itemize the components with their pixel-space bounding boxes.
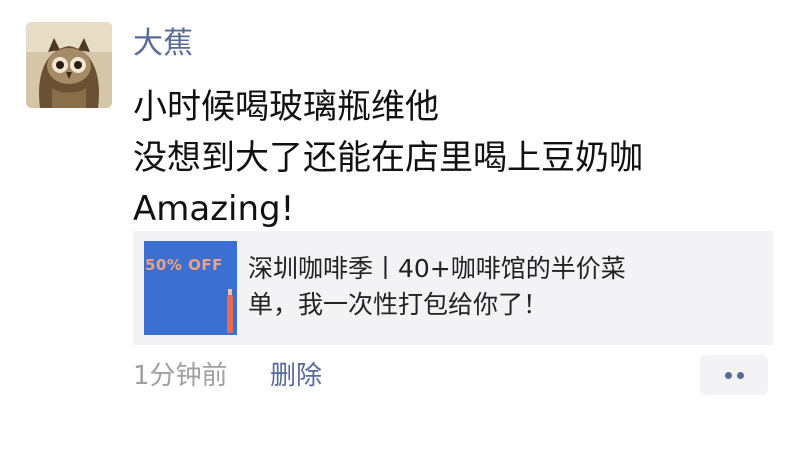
avatar[interactable]	[26, 22, 112, 108]
article-title-line: 单，我一次性打包给你了！	[248, 290, 549, 319]
post-text-line: 没想到大了还能在店里喝上豆奶咖	[133, 138, 643, 178]
post-timestamp: 1分钟前	[133, 361, 228, 391]
post-text-line: 小时候喝玻璃瓶维他	[133, 87, 439, 127]
more-options-button[interactable]	[700, 355, 768, 395]
article-thumbnail: 50% OFF	[144, 241, 237, 335]
delete-button[interactable]: 删除	[270, 358, 322, 394]
article-title: 深圳咖啡季丨40+咖啡馆的半价菜 单，我一次性打包给你了！	[248, 251, 758, 323]
owl-avatar-icon	[26, 22, 112, 108]
bottle-graphic	[227, 295, 233, 333]
more-dots-icon	[737, 372, 744, 379]
post-text-line: Amazing!	[133, 189, 295, 229]
post-text: 小时候喝玻璃瓶维他 没想到大了还能在店里喝上豆奶咖 Amazing!	[133, 82, 773, 235]
more-dots-icon	[725, 372, 732, 379]
shared-article-card[interactable]: 50% OFF 深圳咖啡季丨40+咖啡馆的半价菜 单，我一次性打包给你了！	[133, 231, 773, 345]
discount-badge: 50% OFF	[145, 256, 223, 274]
username[interactable]: 大蕉	[133, 24, 193, 64]
article-title-line: 深圳咖啡季丨40+咖啡馆的半价菜	[248, 254, 626, 283]
